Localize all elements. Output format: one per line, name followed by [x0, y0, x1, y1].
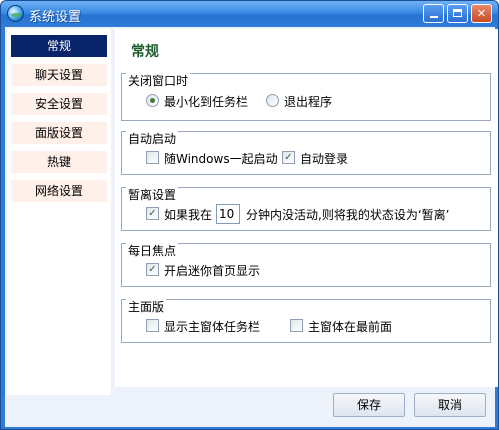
away-minutes-input[interactable]: 10 — [216, 204, 240, 224]
group-label: 每日焦点 — [126, 242, 179, 259]
always-on-top-label: 主窗体在最前面 — [308, 320, 393, 334]
save-button[interactable]: 保存 — [333, 393, 405, 417]
show-taskbar-label: 显示主窗体任务栏 — [164, 320, 261, 334]
close-icon: ✕ — [476, 7, 487, 20]
minimize-label: 最小化到任务栏 — [164, 95, 249, 109]
daily-focus-group: 每日焦点 ✓ 开启迷你首页显示 — [121, 242, 491, 287]
group-label: 暂离设置 — [126, 186, 179, 203]
auto-login-checkbox[interactable]: ✓ — [282, 151, 295, 164]
close-button[interactable]: ✕ — [471, 4, 492, 23]
show-taskbar-checkbox[interactable] — [146, 319, 159, 332]
cancel-button[interactable]: 取消 — [414, 393, 486, 417]
group-label: 关闭窗口时 — [126, 72, 191, 89]
sidebar: 常规 聊天设置 安全设置 面版设置 热键 网络设置 — [7, 29, 111, 395]
group-label: 主面版 — [126, 298, 167, 315]
sidebar-item-hotkeys[interactable]: 热键 — [11, 151, 107, 173]
always-on-top-checkbox[interactable] — [290, 319, 303, 332]
auto-start-group: 自动启动 随Windows一起启动 ✓ 自动登录 — [121, 130, 491, 175]
exit-radio[interactable] — [266, 94, 279, 107]
away-group: 暂离设置 ✓ 如果我在 10 分钟内没活动,则将我的状态设为‘暂离’ — [121, 186, 491, 231]
page-title: 常规 — [131, 44, 159, 60]
auto-login-label: 自动登录 — [300, 152, 349, 166]
minimize-radio[interactable] — [146, 94, 159, 107]
maximize-button[interactable] — [447, 4, 468, 23]
maximize-icon — [453, 9, 462, 17]
sidebar-item-panel[interactable]: 面版设置 — [11, 122, 107, 144]
away-checkbox[interactable]: ✓ — [146, 207, 159, 220]
globe-icon — [7, 5, 24, 22]
sidebar-item-chat[interactable]: 聊天设置 — [11, 64, 107, 86]
sidebar-item-security[interactable]: 安全设置 — [11, 93, 107, 115]
exit-label: 退出程序 — [284, 95, 333, 109]
client-area: 常规 聊天设置 安全设置 面版设置 热键 网络设置 常规 关闭窗口时 最小化到任… — [5, 27, 498, 427]
sidebar-item-general[interactable]: 常规 — [11, 35, 107, 57]
settings-panel: 常规 关闭窗口时 最小化到任务栏 退出程序 自动启动 随Windows一起启动 … — [115, 29, 498, 387]
start-with-windows-checkbox[interactable] — [146, 151, 159, 164]
away-suffix-label: 分钟内没活动,则将我的状态设为‘暂离’ — [246, 208, 450, 222]
mini-home-checkbox[interactable]: ✓ — [146, 263, 159, 276]
title-bar: 系统设置 ✕ — [1, 1, 498, 27]
minimize-button[interactable] — [423, 4, 444, 23]
main-panel-group: 主面版 显示主窗体任务栏 主窗体在最前面 — [121, 298, 491, 343]
sidebar-item-network[interactable]: 网络设置 — [11, 180, 107, 202]
close-window-group: 关闭窗口时 最小化到任务栏 退出程序 — [121, 72, 491, 121]
start-with-windows-label: 随Windows一起启动 — [164, 152, 278, 166]
away-prefix-label: 如果我在 — [164, 208, 213, 222]
mini-home-label: 开启迷你首页显示 — [164, 264, 261, 278]
window-title: 系统设置 — [29, 10, 82, 25]
settings-window: 系统设置 ✕ 常规 聊天设置 安全设置 面版设置 热键 网络设置 常规 关闭窗口… — [0, 0, 499, 430]
minimize-icon — [429, 16, 438, 18]
group-label: 自动启动 — [126, 130, 179, 147]
